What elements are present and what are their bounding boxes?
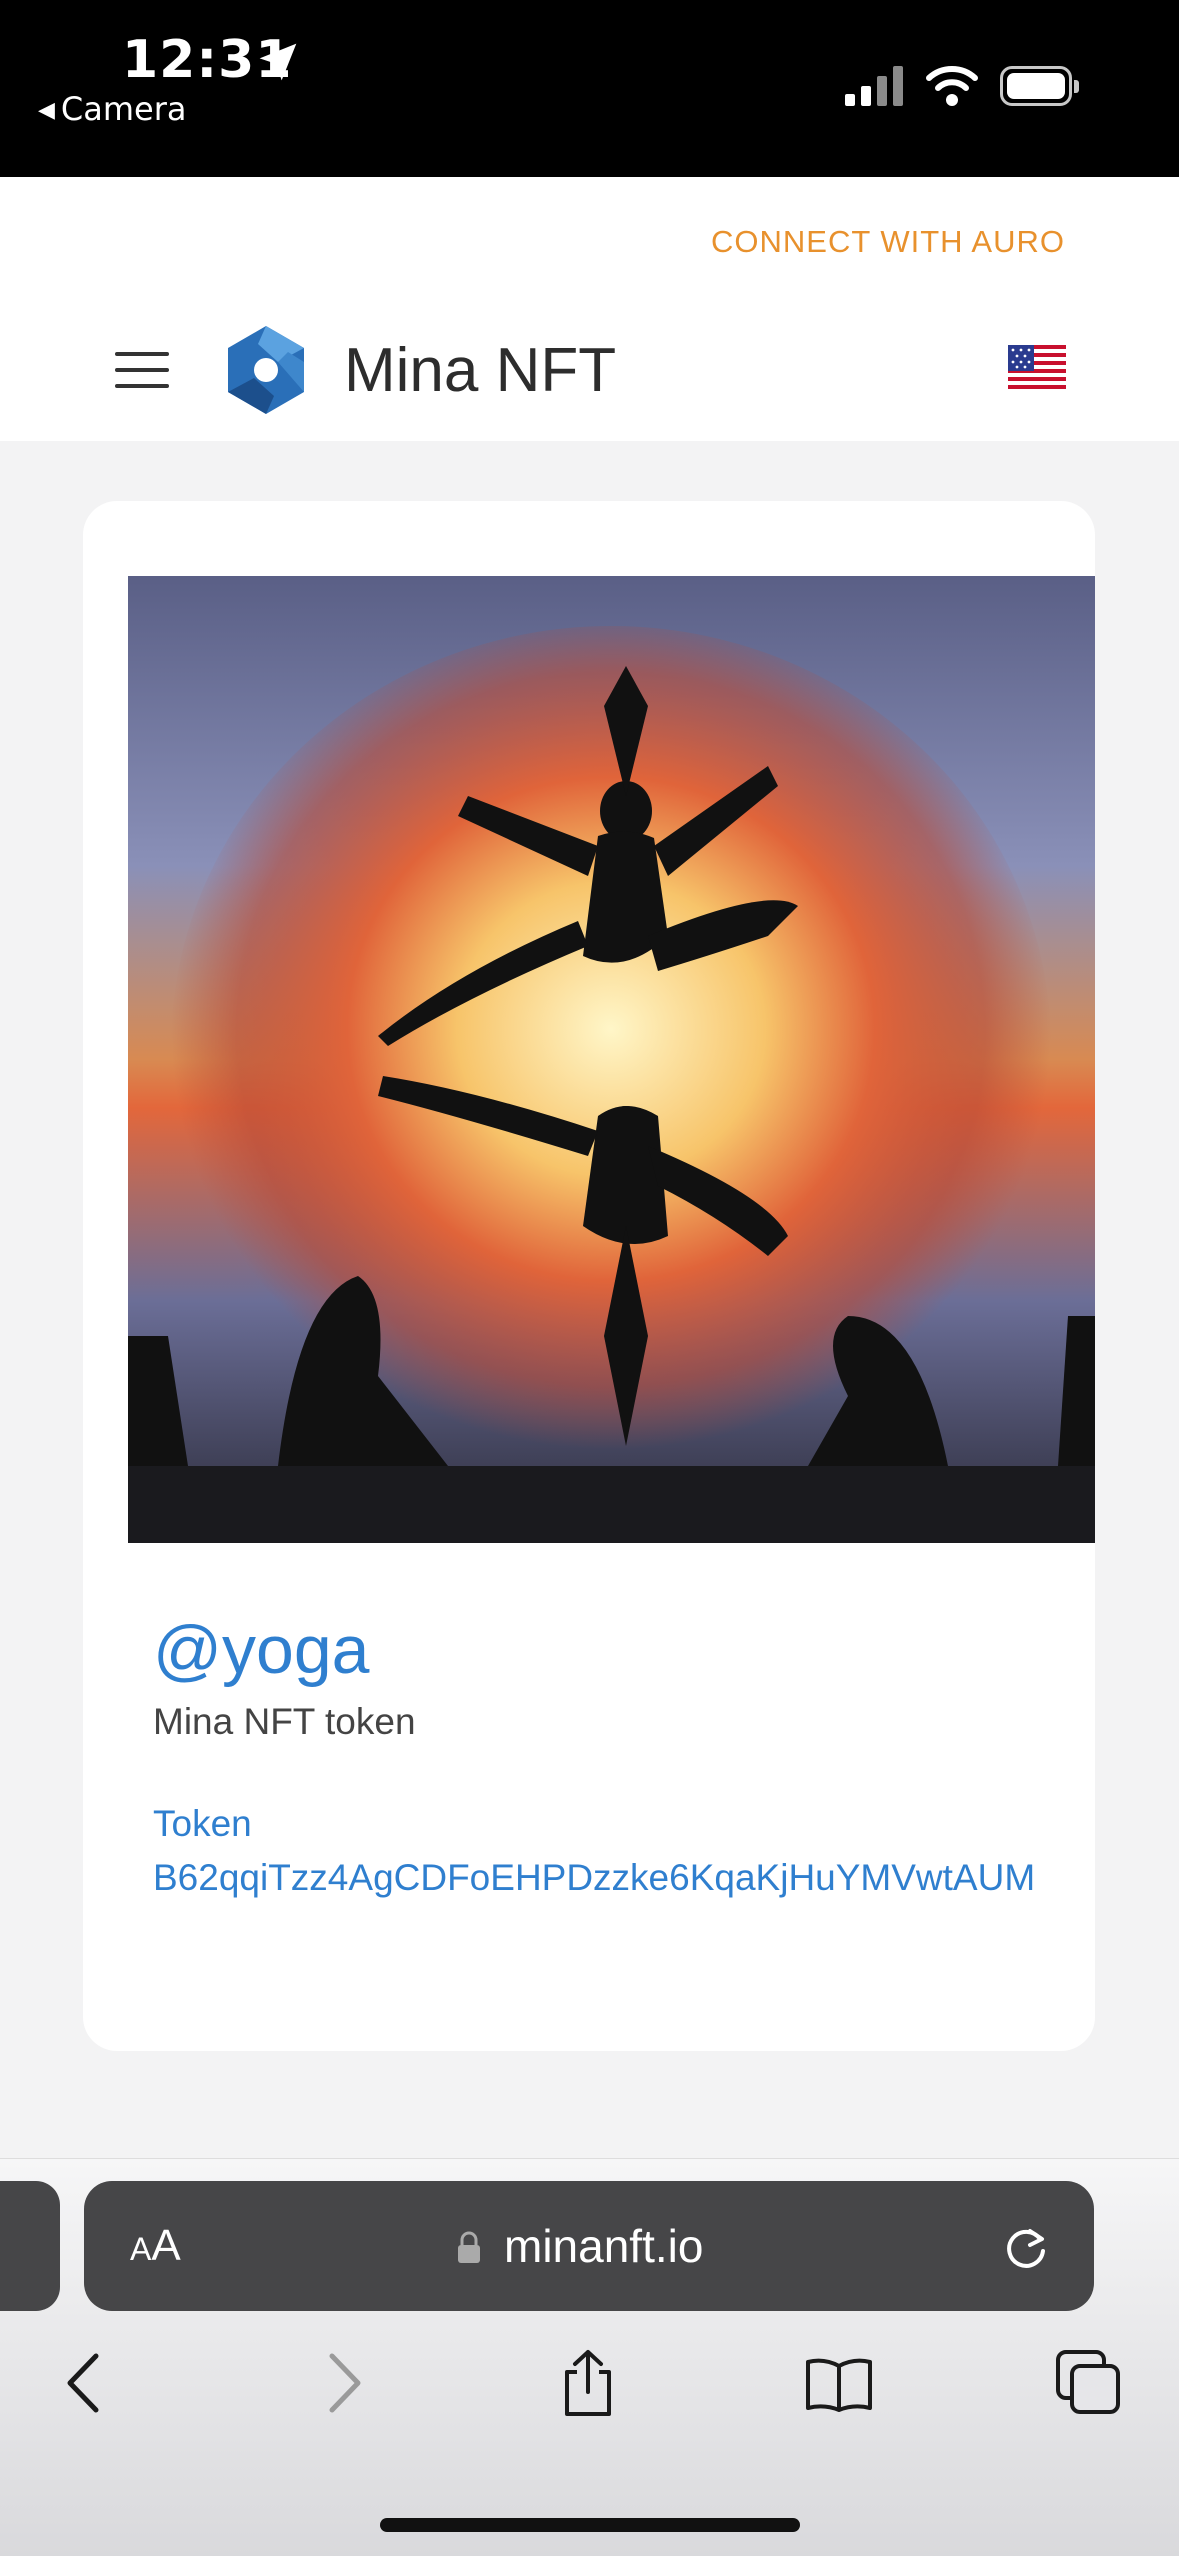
connect-auro-button[interactable]: CONNECT WITH AURO bbox=[711, 224, 1065, 260]
back-icon[interactable] bbox=[52, 2348, 122, 2418]
back-app-label: Camera bbox=[60, 90, 187, 128]
back-to-app-link[interactable]: ◀ Camera bbox=[38, 90, 187, 128]
url-text[interactable]: minanft.io bbox=[504, 2219, 703, 2273]
wifi-icon bbox=[926, 66, 978, 106]
previous-tab-preview[interactable] bbox=[0, 2181, 60, 2311]
token-address-link[interactable]: B62qqiTzz4AgCDFoEHPDzzke6KqaKjHuYMVwtAUM bbox=[153, 1857, 1095, 1899]
menu-icon[interactable] bbox=[115, 352, 169, 388]
nft-card[interactable]: @yoga Mina NFT token Token B62qqiTzz4AgC… bbox=[83, 501, 1095, 2051]
us-flag-icon[interactable] bbox=[1008, 345, 1066, 393]
nft-name: @yoga bbox=[153, 1612, 370, 1688]
battery-icon bbox=[1000, 66, 1079, 106]
share-icon[interactable] bbox=[553, 2348, 623, 2418]
nft-image[interactable] bbox=[128, 576, 1095, 1543]
mina-logo[interactable] bbox=[218, 322, 314, 418]
forward-icon[interactable] bbox=[306, 2348, 376, 2418]
screen: 12:31 ◀ Camera CONNECT WITH AURO Mina NF… bbox=[0, 0, 1179, 2556]
nft-description: Mina NFT token bbox=[153, 1701, 416, 1742]
home-indicator[interactable] bbox=[380, 2518, 800, 2532]
signal-icon bbox=[845, 66, 903, 106]
lock-icon bbox=[458, 2231, 480, 2263]
location-arrow-icon bbox=[259, 43, 297, 81]
address-bar[interactable]: AA minanft.io bbox=[84, 2181, 1094, 2311]
text-size-button[interactable]: AA bbox=[130, 2221, 181, 2271]
brand-title[interactable]: Mina NFT bbox=[344, 335, 616, 406]
tabs-icon[interactable] bbox=[1054, 2348, 1124, 2418]
reload-icon[interactable] bbox=[1000, 2221, 1052, 2273]
token-label: Token bbox=[153, 1803, 252, 1844]
back-triangle-icon: ◀ bbox=[38, 98, 55, 123]
status-bar: 12:31 ◀ Camera bbox=[0, 0, 1179, 177]
bookmarks-icon[interactable] bbox=[804, 2348, 874, 2418]
site-header: CONNECT WITH AURO Mina NFT bbox=[0, 177, 1179, 441]
